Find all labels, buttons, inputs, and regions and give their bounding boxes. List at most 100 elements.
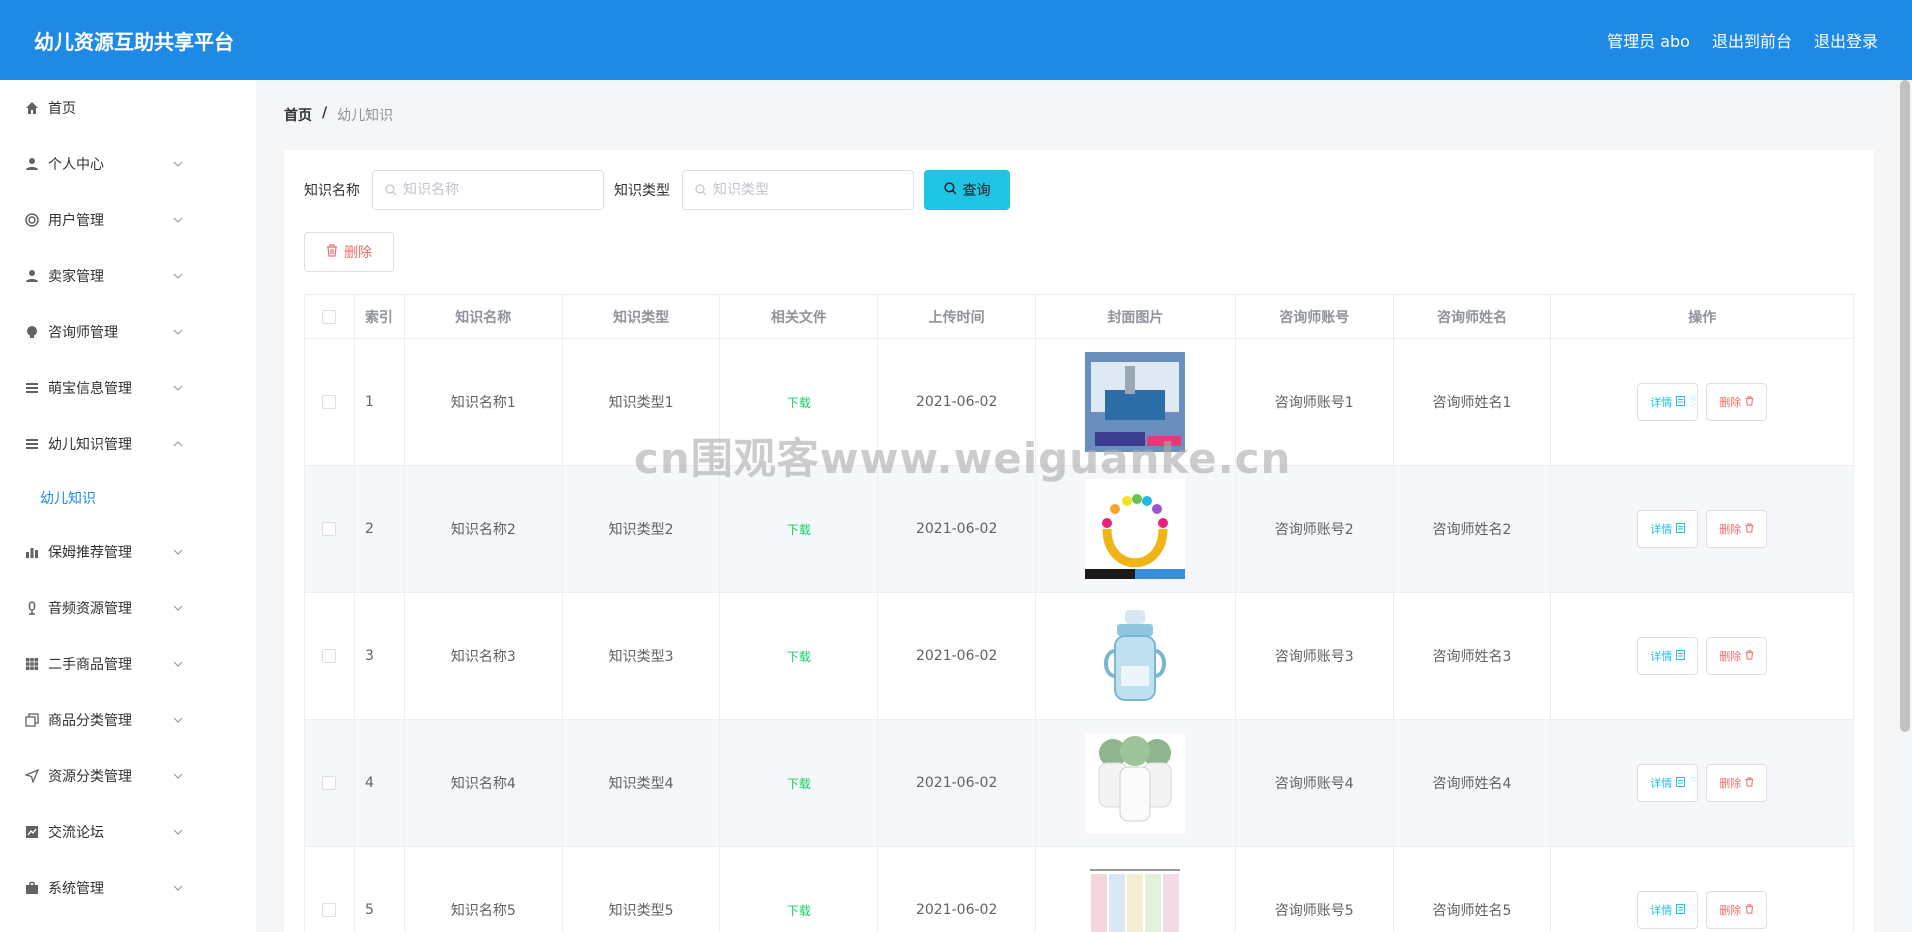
row-delete-label: 删除 [1719,904,1742,917]
header-index: 索引 [355,295,405,338]
name-search-field[interactable] [372,170,604,210]
row-delete-label: 删除 [1719,650,1742,663]
row-file-cell: 下载 [720,593,879,719]
chevron-up-icon [170,436,186,452]
type-search-field[interactable] [682,170,914,210]
row-delete-button[interactable]: 删除 [1706,764,1768,802]
page-scrollbar[interactable] [1900,80,1910,732]
row-checkbox[interactable] [322,649,337,663]
exit-to-front-link[interactable]: 退出到前台 [1712,28,1792,52]
watermark: cn围观客www.weiguanke.cn [634,434,1292,483]
bar-chart-icon [24,544,40,560]
row-checkbox[interactable] [322,522,337,536]
row-delete-button[interactable]: 删除 [1706,891,1768,929]
chevron-down-icon [170,880,186,896]
header-consultant: 咨询师姓名 [1394,295,1552,338]
row-consultant: 咨询师姓名5 [1394,847,1552,932]
row-actions: 详情 删除 [1551,466,1853,592]
row-checkbox[interactable] [322,903,337,917]
sidebar-item-home[interactable]: 首页 [0,80,256,136]
select-all-cell [305,295,355,338]
top-bar: 幼儿资源互助共享平台 管理员 abo 退出到前台 退出登录 [0,0,1912,80]
sidebar-item-resource-category[interactable]: 资源分类管理 [0,748,256,804]
row-checkbox[interactable] [322,776,337,790]
download-link[interactable]: 下载 [787,394,811,411]
bulk-delete-button[interactable]: 删除 [304,232,394,272]
chevron-down-icon [170,768,186,784]
row-file-cell: 下载 [720,720,879,846]
download-link[interactable]: 下载 [787,521,811,538]
sidebar-item-system[interactable]: 系统管理 [0,860,256,916]
row-select-cell [305,466,355,592]
copy-icon [24,712,40,728]
detail-button[interactable]: 详情 [1637,637,1699,675]
document-icon [1676,649,1686,663]
row-name: 知识名称2 [405,466,563,592]
header-type: 知识类型 [563,295,721,338]
logout-link[interactable]: 退出登录 [1814,28,1878,52]
name-search-input[interactable] [403,182,593,198]
sidebar-item-users[interactable]: 用户管理 [0,192,256,248]
row-consultant: 咨询师姓名4 [1394,720,1552,846]
table-row: 4 知识名称4 知识类型4 下载 2021-06-02 咨询师账号4 咨询师姓名… [305,720,1853,847]
grid-icon [24,656,40,672]
sidebar-item-knowledge[interactable]: 幼儿知识管理 [0,416,256,472]
chevron-down-icon [170,268,186,284]
list-icon [24,380,40,396]
chevron-down-icon [170,324,186,340]
download-link[interactable]: 下载 [787,775,811,792]
trash-icon [1745,522,1754,536]
breadcrumb-home[interactable]: 首页 [284,105,312,125]
sidebar-item-forum[interactable]: 交流论坛 [0,804,256,860]
sidebar-item-label: 卖家管理 [48,269,104,285]
detail-button[interactable]: 详情 [1637,383,1699,421]
chevron-down-icon [170,380,186,396]
row-select-cell [305,720,355,846]
sidebar-item-baby-info[interactable]: 萌宝信息管理 [0,360,256,416]
row-actions: 详情 删除 [1551,847,1853,932]
sidebar-item-profile[interactable]: 个人中心 [0,136,256,192]
select-all-checkbox[interactable] [322,309,337,324]
sidebar-item-goods-category[interactable]: 商品分类管理 [0,692,256,748]
type-search-input[interactable] [713,182,903,198]
chevron-down-icon [170,712,186,728]
row-delete-button[interactable]: 删除 [1706,510,1768,548]
line-chart-icon [24,824,40,840]
sidebar-item-label: 个人中心 [48,157,104,173]
download-link[interactable]: 下载 [787,648,811,665]
row-checkbox[interactable] [322,395,337,409]
sidebar-item-audio[interactable]: 音频资源管理 [0,580,256,636]
row-account: 咨询师账号5 [1236,847,1394,932]
sidebar-item-label: 保姆推荐管理 [48,545,132,561]
row-consultant: 咨询师姓名2 [1394,466,1552,592]
detail-button-label: 详情 [1650,777,1673,790]
row-delete-button[interactable]: 删除 [1706,383,1768,421]
detail-button[interactable]: 详情 [1637,764,1699,802]
row-time: 2021-06-02 [878,847,1037,932]
user-icon [24,156,40,172]
sidebar-subitem-knowledge[interactable]: 幼儿知识 [0,472,256,524]
lifebuoy-icon [24,212,40,228]
row-delete-button[interactable]: 删除 [1706,637,1768,675]
row-name: 知识名称4 [405,720,563,846]
trash-icon [326,243,338,261]
detail-button[interactable]: 详情 [1637,891,1699,929]
row-name: 知识名称1 [405,339,563,465]
sidebar-item-consultants[interactable]: 咨询师管理 [0,304,256,360]
sidebar-item-secondhand[interactable]: 二手商品管理 [0,636,256,692]
row-cover-cell [1036,720,1236,846]
sidebar-item-sellers[interactable]: 卖家管理 [0,248,256,304]
trash-icon [1745,395,1754,409]
query-button-label: 查询 [962,183,991,199]
search-form: 知识名称 知识类型 查询 [304,170,1010,210]
sidebar-item-nanny[interactable]: 保姆推荐管理 [0,524,256,580]
header-file: 相关文件 [720,295,879,338]
table-row: 5 知识名称5 知识类型5 下载 2021-06-02 咨询师账号5 咨询师姓名… [305,847,1853,932]
detail-button[interactable]: 详情 [1637,510,1699,548]
header-cover: 封面图片 [1036,295,1236,338]
cover-image [1085,860,1186,932]
download-link[interactable]: 下载 [787,902,811,919]
detail-button-label: 详情 [1650,904,1673,917]
query-button[interactable]: 查询 [924,170,1010,210]
row-delete-label: 删除 [1719,523,1742,536]
